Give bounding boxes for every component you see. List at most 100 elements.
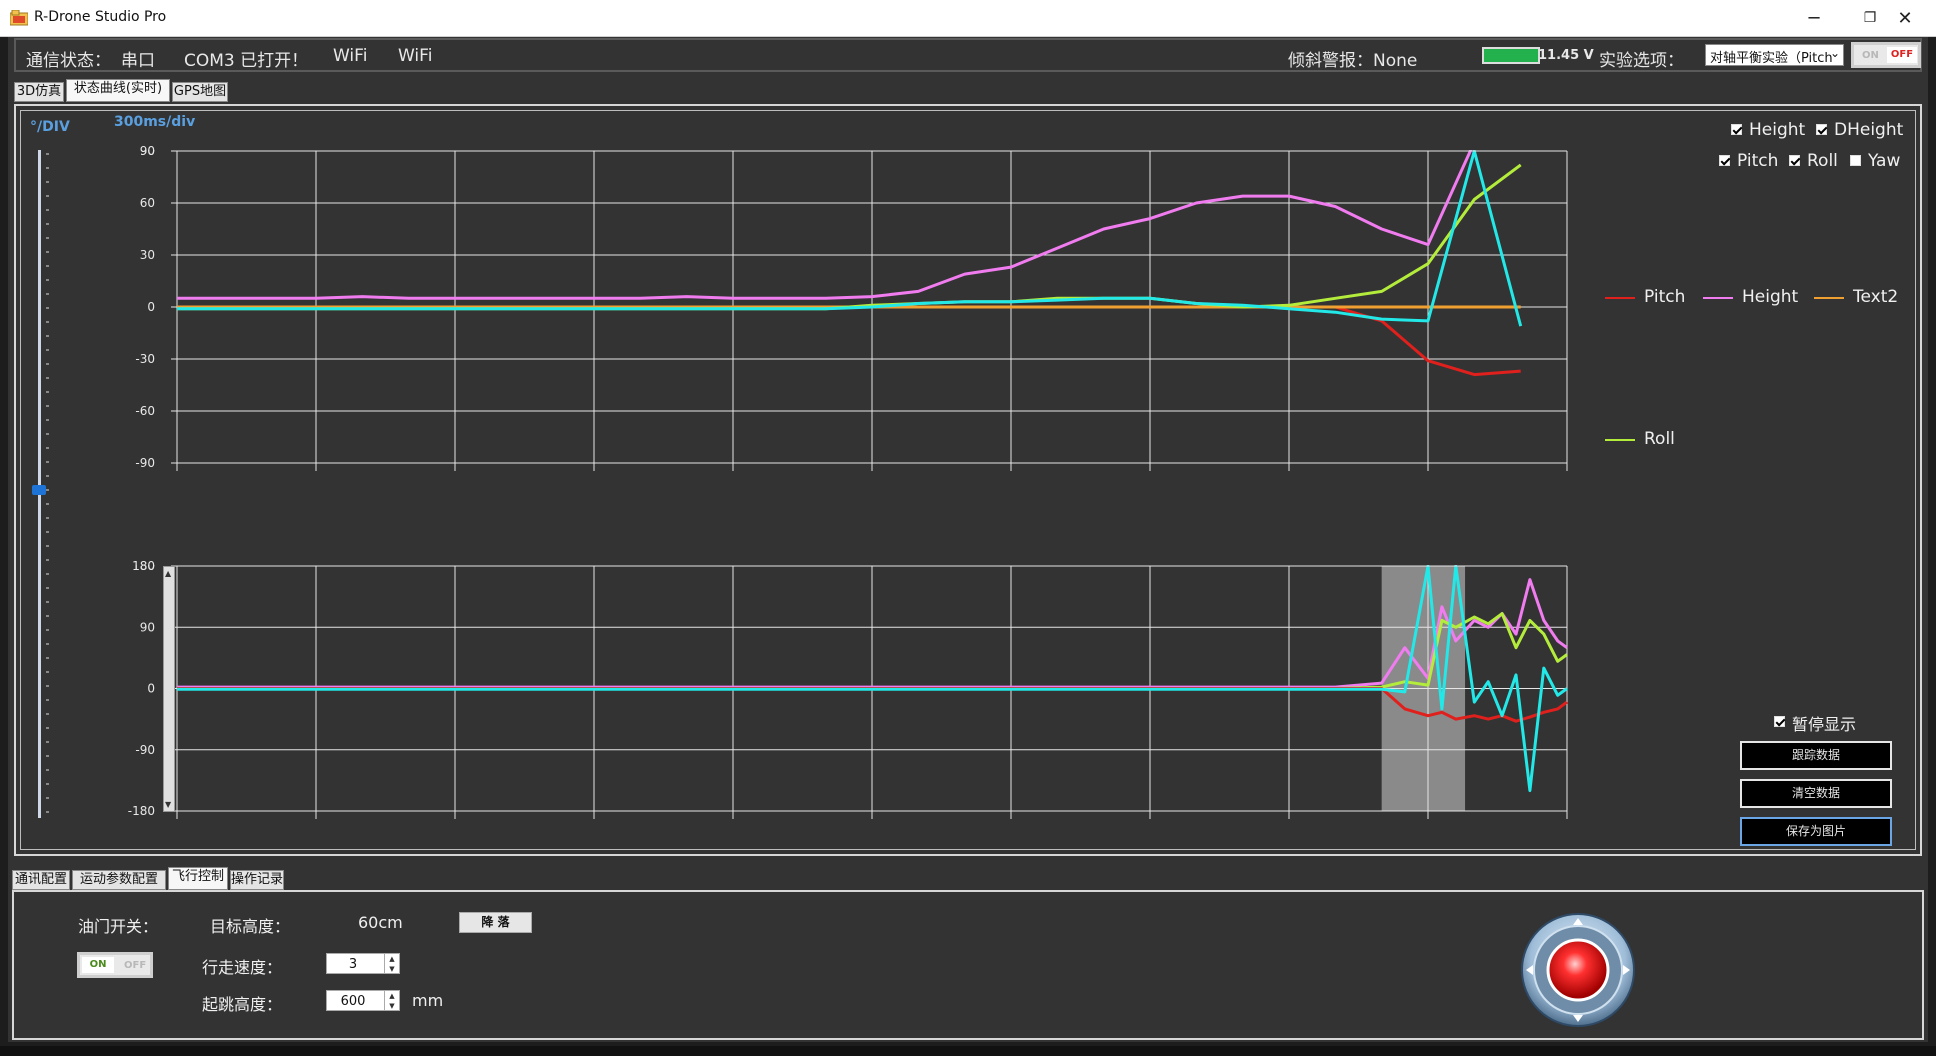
zoom-slider-track[interactable] bbox=[38, 150, 41, 818]
tab-operation-log[interactable]: 操作记录 bbox=[230, 870, 284, 890]
speed-value: 3 bbox=[348, 957, 358, 972]
y-unit-label: °/DIV bbox=[30, 119, 70, 135]
y-tick-label: 180 bbox=[132, 559, 155, 573]
checkbox-pitch[interactable] bbox=[1719, 155, 1730, 166]
pause-checkbox[interactable] bbox=[1774, 716, 1785, 727]
throttle-toggle[interactable]: ON OFF bbox=[77, 952, 153, 978]
toggle-on-label: ON bbox=[1862, 50, 1879, 61]
y-tick-label: 60 bbox=[140, 196, 155, 210]
takeoff-height-value: 600 bbox=[340, 994, 366, 1009]
tab-flight-control[interactable]: 飞行控制 bbox=[168, 867, 228, 890]
series-line-height bbox=[177, 141, 1476, 300]
speed-label: 行走速度： bbox=[202, 958, 283, 977]
experiment-select[interactable]: 对轴平衡实验（Pitch ⌄ bbox=[1705, 44, 1844, 66]
series-line-roll bbox=[177, 163, 1522, 311]
checkbox-dheight[interactable] bbox=[1816, 124, 1827, 135]
checkbox-roll-label: Roll bbox=[1807, 151, 1838, 171]
toggle-off-label: OFF bbox=[1887, 47, 1917, 63]
battery-indicator bbox=[1482, 47, 1540, 64]
wifi-label-1[interactable]: WiFi bbox=[333, 46, 367, 66]
zoom-slider-thumb[interactable] bbox=[32, 485, 46, 495]
stepper-arrows-icon[interactable]: ▲ ▼ bbox=[384, 954, 399, 973]
y-tick-label: -60 bbox=[135, 404, 155, 418]
legend-height-label: Height bbox=[1742, 287, 1799, 307]
experiment-value: 对轴平衡实验（Pitch bbox=[1710, 51, 1833, 66]
legend-swatch-roll bbox=[1605, 439, 1635, 441]
y-tick-label: -90 bbox=[135, 743, 155, 757]
window-title: R-Drone Studio Pro bbox=[34, 9, 167, 25]
y-tick-label: 0 bbox=[147, 682, 155, 696]
legend-swatch-text2 bbox=[1814, 297, 1844, 299]
scroll-up-icon[interactable]: ▲ bbox=[165, 569, 171, 578]
comm-status-label: 通信状态： bbox=[26, 51, 111, 71]
experiment-toggle[interactable]: ON OFF bbox=[1851, 42, 1921, 68]
time-div-label: 300ms/div bbox=[114, 114, 196, 130]
takeoff-height-label: 起跳高度： bbox=[202, 995, 283, 1014]
land-button[interactable]: 降 落 bbox=[459, 912, 532, 933]
checkbox-height[interactable] bbox=[1731, 124, 1742, 135]
y-tick-label: 0 bbox=[147, 300, 155, 314]
legend-roll-label: Roll bbox=[1644, 429, 1675, 449]
track-data-button[interactable]: 跟踪数据 bbox=[1740, 741, 1892, 770]
takeoff-height-unit: mm bbox=[412, 991, 444, 1010]
legend-pitch-label: Pitch bbox=[1644, 287, 1686, 307]
joystick-control[interactable] bbox=[1520, 912, 1636, 1028]
throttle-toggle-on: ON bbox=[82, 957, 114, 973]
chevron-down-icon: ⌄ bbox=[1829, 46, 1840, 60]
tab-comm-config[interactable]: 通讯配置 bbox=[12, 870, 70, 890]
chart-lower: 180900-90-180180 bbox=[100, 556, 1580, 819]
legend-swatch-pitch bbox=[1605, 297, 1635, 299]
flight-control-panel bbox=[12, 890, 1924, 1040]
com-status: COM3 已打开！ bbox=[184, 51, 309, 71]
view-tabs: 3D仿真 状态曲线(实时) GPS地图 bbox=[14, 79, 414, 104]
lower-chart-scrollbar[interactable]: ▲ ▼ bbox=[163, 566, 175, 812]
wifi-label-2[interactable]: WiFi bbox=[398, 46, 432, 66]
throttle-label: 油门开关： bbox=[78, 917, 159, 936]
takeoff-height-stepper[interactable]: 600 ▲ ▼ bbox=[326, 990, 400, 1011]
throttle-toggle-off: OFF bbox=[124, 960, 147, 971]
bottom-tabs: 通讯配置 运动参数配置 飞行控制 操作记录 bbox=[12, 867, 412, 890]
checkbox-yaw[interactable] bbox=[1850, 155, 1861, 166]
stepper-arrows-icon[interactable]: ▲ ▼ bbox=[384, 991, 399, 1010]
target-height-value: 60cm bbox=[358, 913, 403, 932]
minimize-button[interactable]: ─ bbox=[1786, 0, 1842, 36]
target-height-label: 目标高度： bbox=[210, 917, 291, 936]
legend-text2-label: Text2 bbox=[1853, 287, 1899, 307]
save-image-button[interactable]: 保存为图片 bbox=[1740, 817, 1892, 846]
experiment-label: 实验选项： bbox=[1599, 51, 1684, 71]
y-tick-label: 90 bbox=[140, 620, 155, 634]
y-tick-label: 90 bbox=[140, 144, 155, 158]
checkbox-pitch-label: Pitch bbox=[1737, 151, 1779, 171]
tilt-alarm: 倾斜警报：None bbox=[1288, 51, 1418, 71]
tab-status-curve[interactable]: 状态曲线(实时) bbox=[66, 79, 170, 102]
y-tick-label: -30 bbox=[135, 352, 155, 366]
scroll-down-icon[interactable]: ▼ bbox=[165, 800, 171, 809]
legend-swatch-height bbox=[1703, 297, 1733, 299]
joystick-icon bbox=[1521, 913, 1635, 1027]
plot-top-mask bbox=[100, 556, 1580, 565]
checkbox-dheight-label: DHeight bbox=[1834, 120, 1904, 140]
title-bar: R-Drone Studio Pro ─ ❐ ✕ bbox=[0, 0, 1936, 37]
pause-label: 暂停显示 bbox=[1792, 715, 1857, 734]
serial-label[interactable]: 串口 bbox=[121, 46, 155, 71]
close-button[interactable]: ✕ bbox=[1874, 0, 1936, 36]
app-icon bbox=[9, 9, 29, 26]
checkbox-yaw-label: Yaw bbox=[1868, 151, 1901, 171]
clear-data-button[interactable]: 清空数据 bbox=[1740, 779, 1892, 808]
y-tick-label: -180 bbox=[128, 804, 155, 818]
tab-3d-sim[interactable]: 3D仿真 bbox=[14, 82, 64, 102]
speed-stepper[interactable]: 3 ▲ ▼ bbox=[326, 953, 400, 974]
checkbox-roll[interactable] bbox=[1789, 155, 1800, 166]
plot-top-mask bbox=[100, 140, 1580, 150]
chart-upper: 9060300-30-60-9090 bbox=[100, 140, 1580, 471]
checkbox-height-label: Height bbox=[1749, 120, 1806, 140]
tab-gps-map[interactable]: GPS地图 bbox=[172, 82, 228, 102]
y-tick-label: 30 bbox=[140, 248, 155, 262]
y-tick-label: -90 bbox=[135, 456, 155, 470]
series-line-pitch bbox=[177, 305, 1521, 377]
tab-motion-params[interactable]: 运动参数配置 bbox=[72, 870, 166, 890]
desktop-strip bbox=[0, 1046, 1936, 1056]
status-bar: 通信状态： 串口 COM3 已打开！ WiFi WiFi 倾斜警报：None 1… bbox=[14, 38, 1922, 72]
slider-ticks bbox=[46, 153, 49, 813]
voltage-value: 11.45 V bbox=[1538, 48, 1594, 63]
